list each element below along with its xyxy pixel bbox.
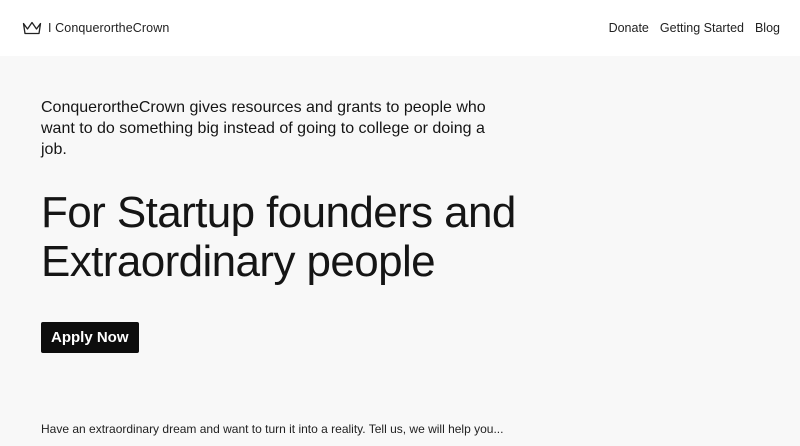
intro-text: ConquerortheCrown gives resources and gr…: [41, 99, 486, 158]
nav-donate-link[interactable]: Donate: [609, 21, 649, 35]
hero-headline: For Startup founders and Extraordinary p…: [41, 188, 761, 286]
crown-icon: [22, 21, 42, 35]
nav-blog-link[interactable]: Blog: [755, 21, 780, 35]
main-nav: Donate Getting Started Blog: [609, 21, 780, 35]
brand-link[interactable]: I ConquerortheCrown: [22, 21, 169, 35]
footer-tagline: Have an extraordinary dream and want to …: [41, 422, 504, 436]
apply-now-button[interactable]: Apply Now: [41, 322, 139, 353]
headline-line-2: Extraordinary people: [41, 237, 436, 286]
headline-line-1: For Startup founders and: [41, 188, 516, 237]
brand-name: I ConquerortheCrown: [48, 21, 170, 35]
nav-getting-started-link[interactable]: Getting Started: [660, 21, 744, 35]
hero-section: ConquerortheCrown gives resources and gr…: [41, 97, 761, 353]
site-header: I ConquerortheCrown Donate Getting Start…: [0, 0, 800, 56]
